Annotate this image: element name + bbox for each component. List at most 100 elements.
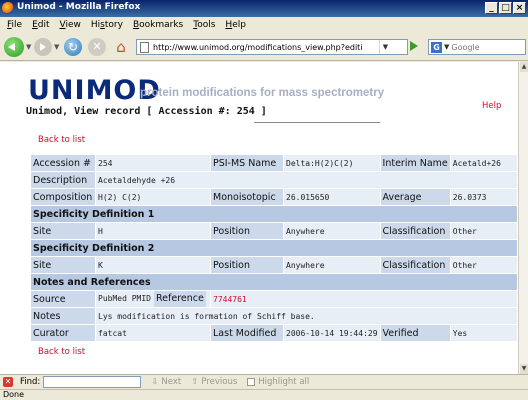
menu-help[interactable]: Help [220,20,251,30]
home-icon[interactable]: ⌂ [112,38,130,56]
search-box[interactable]: G ▼ [428,39,526,55]
table-row: Notes Lys modification is formation of S… [31,308,517,324]
notes-references-heading: Notes and References [31,274,517,290]
page-icon [140,41,149,53]
site-1-value: H [96,223,210,239]
classification-2-label: Classification [380,257,450,273]
classification-1-label: Classification [380,223,450,239]
window-titlebar[interactable]: Unimod - Mozilla Firefox _ □ × [0,0,528,17]
menu-edit[interactable]: Edit [27,20,54,30]
reference-label: Reference [153,291,206,307]
specificity-2-heading: Specificity Definition 2 [31,240,517,256]
verified-label: Verified [380,325,450,341]
table-row: Notes and References [31,274,517,290]
back-history-dropdown-icon[interactable]: ▼ [26,43,31,51]
reload-icon[interactable]: ↻ [64,38,82,56]
highlight-all-checkbox[interactable]: Highlight all [247,377,309,387]
accession-value: 254 [96,155,210,171]
back-arrow-icon[interactable] [4,37,24,57]
menu-file[interactable]: File [2,20,27,30]
source-value: PubMed PMID Reference [96,291,210,307]
site-2-value: K [96,257,210,273]
find-bar: ✕ Find: ⇩ Next ⇧ Previous Highlight all [0,374,528,388]
window-title: Unimod - Mozilla Firefox [17,2,141,12]
description-value: Acetaldehyde +26 [96,172,517,188]
scroll-down-arrow-icon[interactable]: ▼ [520,364,528,374]
monoisotopic-value: 26.015650 [284,189,380,205]
table-row: Specificity Definition 2 [31,240,517,256]
notes-label: Notes [31,308,95,324]
table-row: Source PubMed PMID Reference 7744761 [31,291,517,307]
verified-value: Yes [450,325,517,341]
find-label: Find: [20,376,41,387]
menu-bookmarks[interactable]: Bookmarks [128,20,188,30]
table-row: Description Acetaldehyde +26 [31,172,517,188]
stop-icon[interactable]: ✕ [88,38,106,56]
find-previous-button[interactable]: ⇧ Previous [191,377,237,387]
curator-label: Curator [31,325,95,341]
forward-arrow-icon[interactable] [34,38,52,56]
help-link[interactable]: Help [482,101,501,111]
checkbox-icon [247,377,256,386]
page-title: Unimod, View record [ Accession #: 254 ] [26,106,267,117]
table-row: Site H Position Anywhere Classification … [31,223,517,239]
table-row: Accession # 254 PSI-MS Name Delta:H(2)C(… [31,155,517,171]
psims-label: PSI-MS Name [211,155,283,171]
close-find-bar-icon[interactable]: ✕ [3,376,13,387]
vertical-scrollbar[interactable]: ▲ ▼ [518,62,528,374]
scroll-up-arrow-icon[interactable]: ▲ [520,62,528,72]
composition-value: H(2) C(2) [96,189,210,205]
window-controls: _ □ × [485,2,526,14]
url-input[interactable] [153,42,379,52]
interim-value: Acetald+26 [450,155,517,171]
classification-1-value: Other [450,223,517,239]
table-row: Composition H(2) C(2) Monoisotopic 26.01… [31,189,517,205]
find-input[interactable] [43,375,142,388]
back-to-list-link-bottom[interactable]: Back to list [38,347,85,357]
composition-label: Composition [31,189,95,205]
average-label: Average [380,189,450,205]
url-dropdown-icon[interactable]: ▼ [379,40,391,54]
interim-label: Interim Name [380,155,450,171]
status-text: Done [3,390,25,399]
last-modified-value: 2006-10-14 19:44:29 [284,325,380,341]
reference-value: 7744761 [211,291,517,307]
forward-history-dropdown-icon[interactable]: ▼ [54,43,59,51]
google-engine-icon[interactable]: G [431,41,442,53]
last-modified-label: Last Modified [211,325,283,341]
close-button[interactable]: × [513,2,526,14]
menu-view[interactable]: View [55,20,86,30]
back-to-list-link-top[interactable]: Back to list [38,135,85,145]
page-content: UNIMOD protein modifications for mass sp… [0,62,518,374]
maximize-button[interactable]: □ [499,2,512,14]
go-arrow-icon[interactable] [410,41,418,51]
navigation-toolbar: ▼ ▼ ↻ ✕ ⌂ ▼ G ▼ [0,33,528,61]
menu-history[interactable]: History [86,20,128,30]
classification-2-value: Other [450,257,517,273]
menu-tools[interactable]: Tools [188,20,220,30]
reference-link[interactable]: 7744761 [213,295,247,304]
table-row: Curator fatcat Last Modified 2006-10-14 … [31,325,517,341]
curator-value: fatcat [96,325,210,341]
menu-bar: File Edit View History Bookmarks Tools H… [0,17,528,33]
notes-value: Lys modification is formation of Schiff … [96,308,517,324]
find-next-button[interactable]: ⇩ Next [151,377,181,387]
description-label: Description [31,172,95,188]
url-bar[interactable]: ▼ [136,39,408,55]
site-tagline: protein modifications for mass spectrome… [140,87,385,99]
minimize-button[interactable]: _ [485,2,498,14]
engine-dropdown-icon[interactable]: ▼ [444,43,449,51]
table-row: Specificity Definition 1 [31,206,517,222]
position-2-label: Position [211,257,283,273]
title-divider [254,122,380,123]
specificity-1-heading: Specificity Definition 1 [31,206,517,222]
status-bar: Done [0,389,528,400]
psims-value: Delta:H(2)C(2) [284,155,380,171]
source-label: Source [31,291,95,307]
search-input[interactable] [451,42,518,52]
up-arrow-icon: ⇧ [191,376,199,387]
position-1-label: Position [211,223,283,239]
average-value: 26.0373 [450,189,517,205]
position-1-value: Anywhere [284,223,380,239]
position-2-value: Anywhere [284,257,380,273]
